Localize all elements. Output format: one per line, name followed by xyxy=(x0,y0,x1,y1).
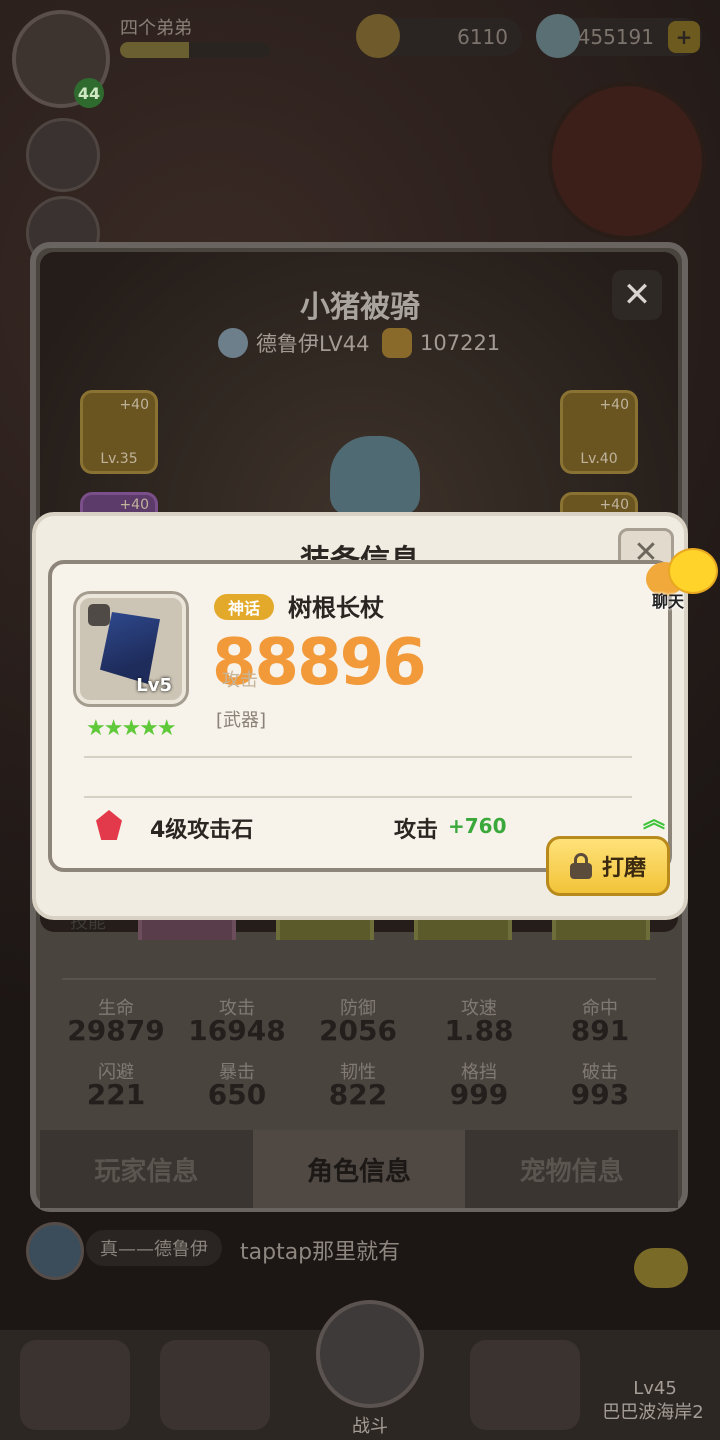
tab-player-info[interactable]: 玩家信息 xyxy=(40,1130,253,1208)
character-model xyxy=(330,436,420,516)
slot-enhance: +40 xyxy=(119,397,149,413)
slot-level: Lv.35 xyxy=(100,451,138,467)
stat-value: 999 xyxy=(449,1078,509,1111)
player-name: 四个弟弟 xyxy=(120,18,192,39)
gem-name: 4级攻击石 xyxy=(150,818,254,843)
nav-hero[interactable] xyxy=(160,1340,270,1430)
polish-label: 打磨 xyxy=(601,856,646,881)
item-type: [武器] xyxy=(216,710,267,731)
gem-currency-icon xyxy=(536,14,580,58)
divider xyxy=(84,756,632,758)
stat-value: 16948 xyxy=(188,1014,286,1047)
chat-button[interactable]: 聊天 xyxy=(646,548,720,612)
map-name[interactable]: 巴巴波海岸2 xyxy=(592,1398,714,1424)
slot-enhance: +40 xyxy=(119,497,149,513)
nav-fight-button[interactable] xyxy=(316,1300,424,1408)
item-icon-frame[interactable]: Lv5 xyxy=(76,594,186,704)
map-level: Lv45 xyxy=(633,1378,677,1399)
rarity-badge: 神话 xyxy=(214,594,275,620)
stat-value: 1.88 xyxy=(444,1014,514,1047)
tab-pet-info[interactable]: 宠物信息 xyxy=(465,1130,679,1208)
stat-value: 891 xyxy=(570,1014,630,1047)
friend-avatar[interactable] xyxy=(26,118,100,192)
minimap[interactable] xyxy=(548,82,706,240)
coin-counter: 6110 xyxy=(356,14,522,58)
equip-slot-left-1[interactable]: +40 Lv.35 xyxy=(80,390,158,474)
player-level-badge: 44 xyxy=(74,78,104,108)
polish-button[interactable]: 打磨 xyxy=(546,836,670,896)
stats-divider xyxy=(62,978,656,980)
chat-sender-avatar[interactable] xyxy=(26,1222,84,1280)
gem-attr-value: +760 xyxy=(448,814,507,838)
power-arm-icon xyxy=(382,328,412,358)
druid-class-icon xyxy=(218,328,248,358)
fight-label: 战斗 xyxy=(352,1416,388,1437)
chat-label: 聊天 xyxy=(652,592,685,611)
chat-bubble-icon[interactable] xyxy=(634,1248,688,1288)
stat-value: 29879 xyxy=(67,1014,165,1047)
stat-value: 2056 xyxy=(319,1014,397,1047)
gem-attr-label: 攻击 xyxy=(394,818,439,843)
item-level: Lv5 xyxy=(136,675,172,696)
nav-shop[interactable] xyxy=(470,1340,580,1430)
item-power-label: 攻击 xyxy=(222,670,258,691)
stat-value: 993 xyxy=(570,1078,630,1111)
lock-icon xyxy=(88,604,110,626)
chat-sender-name[interactable]: 真——德鲁伊 xyxy=(86,1230,222,1266)
class-level: 德鲁伊LV44 xyxy=(256,332,370,356)
class-info: 德鲁伊LV44 xyxy=(218,328,369,358)
stat-value: 221 xyxy=(86,1078,146,1111)
coin-icon xyxy=(356,14,400,58)
gem-value: 455191 xyxy=(577,25,654,49)
panel-tabs: 玩家信息 角色信息 宠物信息 xyxy=(40,1130,679,1208)
slot-enhance: +40 xyxy=(599,397,629,413)
slot-level: Lv.40 xyxy=(580,451,618,467)
item-stars: ★★★★★ xyxy=(86,716,177,741)
slot-enhance: +40 xyxy=(599,497,629,513)
nav-pet[interactable] xyxy=(20,1340,130,1430)
combat-power-value: 107221 xyxy=(420,331,501,355)
stat-value: 822 xyxy=(328,1078,388,1111)
lock-icon xyxy=(569,853,592,879)
combat-power: 107221 xyxy=(382,328,500,358)
equip-slot-right-1[interactable]: +40 Lv.40 xyxy=(560,390,638,474)
add-gems-button[interactable]: + xyxy=(668,21,700,53)
item-name: 树根长杖 xyxy=(288,594,384,622)
stat-value: 650 xyxy=(207,1078,267,1111)
gem-counter: 455191 + xyxy=(536,14,702,58)
exp-bar xyxy=(120,42,270,58)
coin-value: 6110 xyxy=(457,25,508,49)
chat-message: taptap那里就有 xyxy=(240,1240,401,1265)
panel-close-button[interactable]: ✕ xyxy=(612,270,662,320)
tab-character-info[interactable]: 角色信息 xyxy=(252,1130,466,1208)
divider xyxy=(84,796,632,798)
